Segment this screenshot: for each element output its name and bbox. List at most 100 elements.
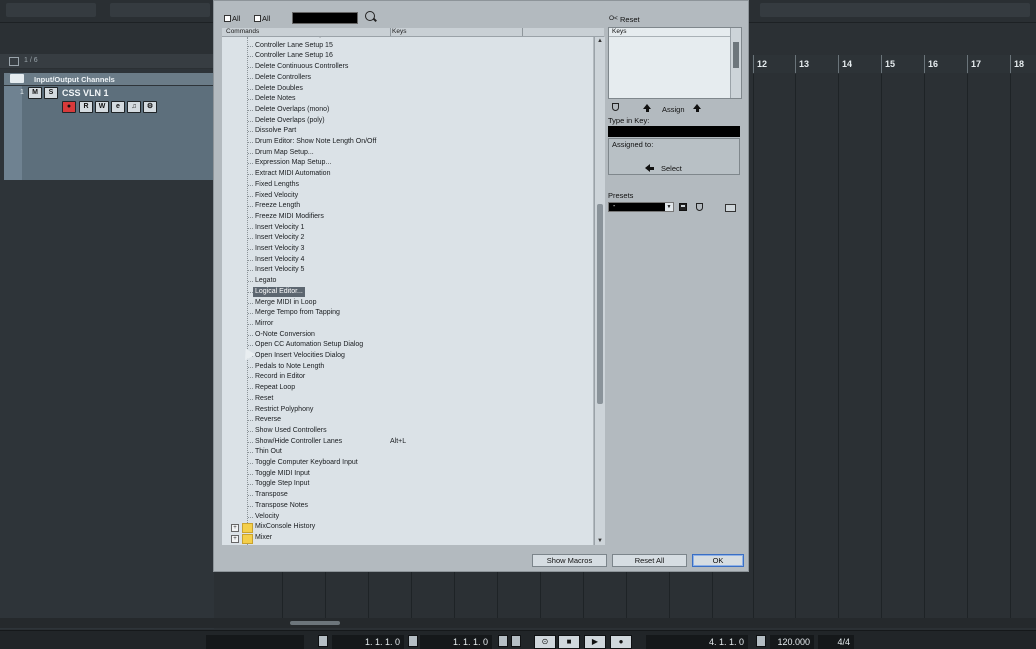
column-divider[interactable] [390, 28, 391, 36]
scroll-up-arrow[interactable]: ▲ [596, 37, 604, 45]
assign-button[interactable]: Assign [662, 105, 685, 114]
click-icon[interactable] [756, 635, 766, 647]
command-item[interactable]: Merge MIDI in Loop [255, 298, 316, 309]
command-item[interactable]: Controller Lane Setup 16 [255, 51, 333, 62]
command-item[interactable]: Insert Velocity 1 [255, 223, 304, 234]
command-item[interactable]: Insert Velocity 2 [255, 233, 304, 244]
cycle-button[interactable]: ⊙ [534, 635, 556, 649]
command-item[interactable]: Toggle MIDI Input [255, 469, 310, 480]
command-item[interactable]: Reverse [255, 415, 281, 426]
horizontal-scrollbar[interactable] [0, 618, 1036, 628]
assign-up-arrow-icon[interactable] [643, 104, 651, 112]
command-item[interactable]: Mirror [255, 319, 273, 330]
command-item[interactable]: Delete Notes [255, 94, 295, 105]
folder-track[interactable]: Input/Output Channels [4, 73, 214, 85]
command-item[interactable]: Pedals to Note Length [255, 362, 324, 373]
play-button[interactable]: ▶ [584, 635, 606, 649]
commands-scrollbar[interactable]: ▲ ▼ [594, 37, 605, 545]
write-automation-button[interactable]: W [95, 101, 109, 113]
command-item[interactable]: Velocity [255, 512, 279, 523]
command-item[interactable]: Freeze Length [255, 201, 300, 212]
reset-link[interactable]: Reset [620, 15, 640, 24]
command-item[interactable]: Fixed Lengths [255, 180, 299, 191]
primary-time-display[interactable]: 4. 1. 1. 0 [646, 635, 748, 649]
reset-all-button[interactable]: Reset All [612, 554, 687, 567]
record-enable-button[interactable]: ● [62, 101, 76, 113]
import-folder-icon[interactable] [725, 204, 736, 212]
command-item[interactable]: Merge Tempo from Tapping [255, 308, 340, 319]
tempo-display[interactable]: 120.000 [770, 635, 814, 649]
scroll-down-arrow[interactable]: ▼ [596, 537, 604, 545]
assign-arrow-icon[interactable] [693, 104, 701, 112]
punch-in-icon[interactable] [498, 635, 508, 647]
stop-button[interactable]: ■ [558, 635, 580, 649]
command-item[interactable]: Controller Lane Setup 15 [255, 41, 333, 52]
track-name[interactable]: CSS VLN 1 [62, 88, 109, 98]
timeline-ruler[interactable]: 12 13 14 15 16 17 18 [752, 55, 1036, 73]
settings-icon[interactable]: ⚙ [143, 101, 157, 113]
command-item[interactable]: Open Insert Velocities Dialog [255, 351, 345, 362]
command-item[interactable]: Thin Out [255, 447, 282, 458]
type-in-key-field[interactable] [608, 126, 740, 137]
command-item[interactable]: Dissolve Part [255, 126, 296, 137]
record-button[interactable]: ● [610, 635, 632, 649]
search-input[interactable] [292, 12, 358, 24]
keys-scroll-thumb[interactable] [733, 42, 739, 68]
command-category-folder[interactable]: + Mixer [222, 533, 582, 544]
command-item[interactable]: Drum Editor: Show Note Length On/Off [255, 137, 376, 148]
command-item[interactable]: Transpose Notes [255, 501, 308, 512]
presets-dropdown[interactable]: - ▼ [608, 202, 674, 212]
collapse-all-label[interactable]: All [262, 14, 270, 23]
select-button[interactable]: Select [661, 164, 682, 173]
commands-tree[interactable]: Controller Lane Setup 14Controller Lane … [222, 37, 593, 545]
mute-button[interactable]: M [28, 87, 42, 99]
save-preset-icon[interactable] [679, 203, 687, 211]
command-item[interactable]: Delete Doubles [255, 84, 303, 95]
command-item[interactable]: Toggle Computer Keyboard Input [255, 458, 358, 469]
select-arrow-icon[interactable] [645, 164, 654, 172]
show-macros-button[interactable]: Show Macros [532, 554, 607, 567]
ok-button[interactable]: OK [692, 554, 744, 567]
solo-button[interactable]: S [44, 87, 58, 99]
command-item[interactable]: Legato [255, 276, 276, 287]
keys-column-header[interactable]: Keys [392, 28, 406, 35]
command-item[interactable]: Delete Overlaps (poly) [255, 116, 325, 127]
right-locator-icon[interactable] [408, 635, 418, 647]
expand-all-checkbox[interactable] [224, 15, 231, 22]
command-item[interactable]: Logical Editor... [253, 286, 305, 298]
keys-list-scrollbar[interactable] [730, 28, 741, 98]
right-locator-display[interactable]: 1. 1. 1. 0 [420, 635, 492, 649]
command-item[interactable]: Insert Velocity 3 [255, 244, 304, 255]
command-item[interactable]: Reset [255, 394, 273, 405]
command-item[interactable]: Open CC Automation Setup Dialog [255, 340, 363, 351]
command-item[interactable]: Delete Continuous Controllers [255, 62, 348, 73]
edit-instrument-icon[interactable]: e [111, 101, 125, 113]
expand-all-label[interactable]: All [232, 14, 240, 23]
command-item[interactable]: Show/Hide Controller Lanes [255, 437, 342, 448]
command-item[interactable]: Extract MIDI Automation [255, 169, 330, 180]
command-item[interactable]: Show Used Controllers [255, 426, 327, 437]
command-item[interactable]: Drum Map Setup... [255, 148, 314, 159]
scrollbar-thumb[interactable] [290, 621, 340, 625]
command-item[interactable]: Toggle Step Input [255, 479, 310, 490]
punch-out-icon[interactable] [511, 635, 521, 647]
midi-editor-icon[interactable]: ♫ [127, 101, 141, 113]
delete-preset-icon[interactable] [696, 203, 703, 211]
command-item[interactable]: Restrict Polyphony [255, 405, 313, 416]
midi-track[interactable]: 1 M S CSS VLN 1 ● R W e ♫ ⚙ [4, 86, 214, 180]
command-item[interactable]: Expression Map Setup... [255, 158, 331, 169]
commands-scroll-thumb[interactable] [597, 204, 603, 404]
command-item[interactable]: Insert Velocity 4 [255, 255, 304, 266]
command-item[interactable]: Transpose [255, 490, 288, 501]
command-item[interactable]: Repeat Loop [255, 383, 295, 394]
keys-list[interactable]: Keys [608, 27, 742, 99]
expand-icon[interactable]: + [231, 534, 239, 543]
collapse-all-checkbox[interactable] [254, 15, 261, 22]
command-item[interactable]: O-Note Conversion [255, 330, 315, 341]
remove-key-icon[interactable] [612, 103, 619, 111]
commands-column-header[interactable]: Commands [226, 28, 259, 35]
command-item[interactable]: Delete Overlaps (mono) [255, 105, 329, 116]
command-item[interactable]: Fixed Velocity [255, 191, 298, 202]
chevron-down-icon[interactable]: ▼ [665, 203, 673, 211]
command-item[interactable]: Record in Editor [255, 372, 305, 383]
